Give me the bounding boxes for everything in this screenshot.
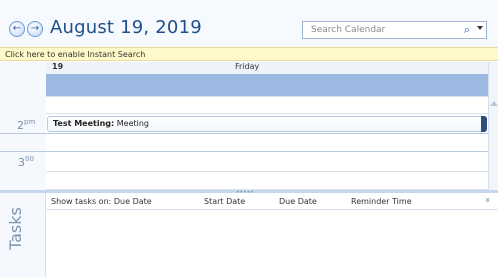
column-show-tasks-on[interactable]: Show tasks on: Due Date: [51, 197, 152, 206]
hour-suffix: pm: [24, 118, 36, 126]
back-arrow-icon[interactable]: ←: [9, 21, 25, 37]
day-name: Friday: [235, 62, 260, 71]
scroll-up-arrow-icon[interactable]: [490, 101, 498, 106]
forward-arrow-icon[interactable]: →: [27, 21, 43, 37]
tasks-list-area[interactable]: [46, 210, 498, 277]
column-reminder-time[interactable]: Reminder Time: [351, 197, 412, 206]
vertical-scrollbar[interactable]: [488, 62, 498, 190]
magnifier-icon[interactable]: ⌕: [464, 23, 470, 37]
time-slot-divider: [46, 113, 488, 114]
appointment-text: Test Meeting: Meeting: [53, 119, 149, 128]
time-slot-divider: [46, 171, 488, 172]
instant-search-infobar[interactable]: Click here to enable Instant Search: [0, 47, 498, 61]
calendar-header: ← → August 19, 2019 ⌕: [0, 0, 498, 47]
hour-divider: [0, 151, 488, 152]
double-chevron-down-icon[interactable]: »: [482, 197, 492, 203]
hour-label-3: 300: [18, 155, 34, 169]
appointment-status-bar: [481, 116, 487, 132]
search-options-dropdown-icon[interactable]: [477, 26, 483, 30]
hour-number: 2: [17, 119, 24, 132]
appointment-title: Test Meeting:: [53, 119, 115, 128]
hour-label-2pm: 2pm: [17, 118, 36, 132]
appointment-test-meeting[interactable]: Test Meeting: Meeting: [47, 116, 487, 132]
day-number: 19: [52, 62, 64, 71]
hour-number: 3: [18, 156, 25, 169]
hour-divider: [0, 133, 488, 134]
search-input[interactable]: [303, 22, 461, 38]
tasks-column-header: Show tasks on: Due Date Start Date Due D…: [46, 193, 498, 210]
time-slot-divider: [46, 96, 488, 97]
search-box[interactable]: ⌕: [302, 21, 487, 39]
all-day-event-area[interactable]: [46, 74, 488, 96]
tasks-label: Tasks: [6, 207, 25, 250]
date-title: August 19, 2019: [50, 17, 202, 38]
appointment-location: Meeting: [114, 119, 149, 128]
column-due-date[interactable]: Due Date: [279, 197, 317, 206]
hour-suffix: 00: [25, 155, 34, 163]
column-start-date[interactable]: Start Date: [204, 197, 245, 206]
